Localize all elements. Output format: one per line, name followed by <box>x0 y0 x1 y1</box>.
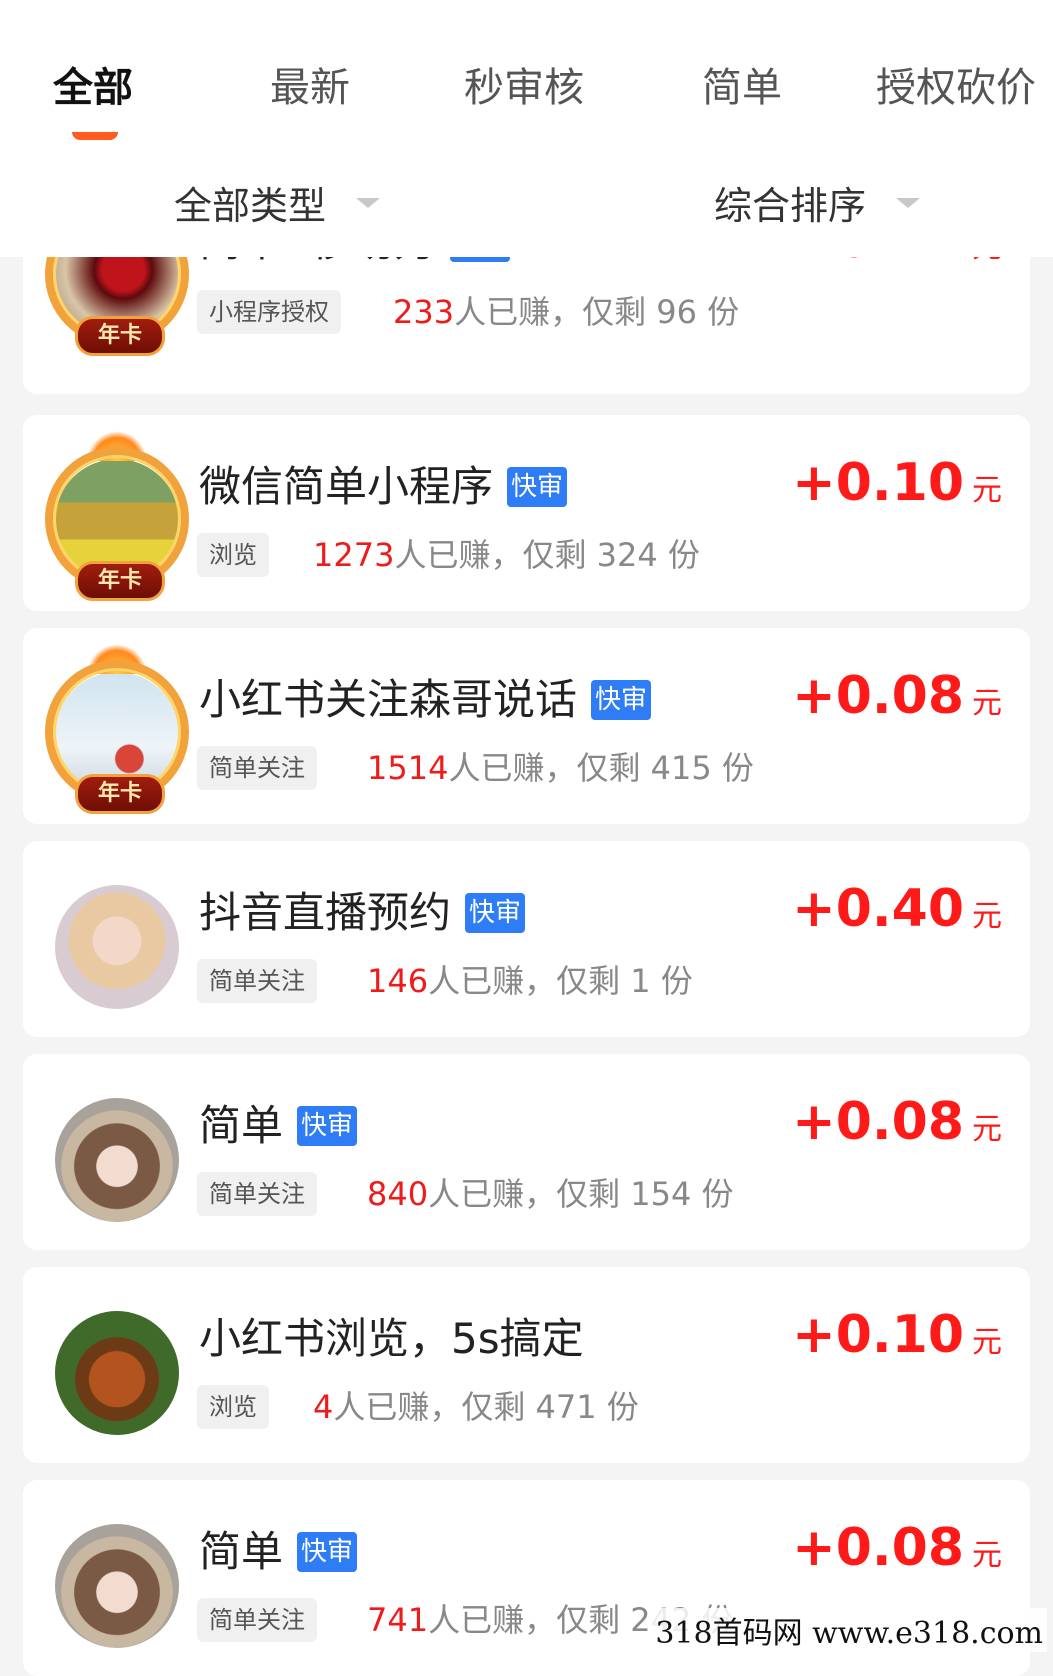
sort-dropdown[interactable]: 综合排序 <box>714 175 866 230</box>
profile-avatar-image <box>55 1098 179 1222</box>
avatar <box>45 879 181 1015</box>
task-card[interactable]: 简单 快审 +0.08 元 简单关注 840人已赚，仅剩 154 份 <box>23 1054 1030 1250</box>
avatar <box>45 1305 181 1441</box>
watermark: 318首码网 www.e318.com <box>651 1608 1047 1652</box>
fast-review-tag: 快审 <box>297 1105 358 1146</box>
category-tag: 简单关注 <box>197 1598 317 1642</box>
fast-review-tag: 快审 <box>465 892 526 933</box>
type-filter-label: 全部类型 <box>174 184 327 228</box>
sort-label: 综合排序 <box>714 184 867 228</box>
task-stats: 1514人已赚，仅剩 415 份 <box>367 749 754 787</box>
fast-review-tag: 快审 <box>507 466 568 507</box>
task-card[interactable]: 年卡 小红书关注森哥说话 快审 +0.08 元 简单关注 1514人已赚，仅剩 41… <box>23 628 1030 824</box>
type-filter-dropdown[interactable]: 全部类型 <box>174 175 326 230</box>
tab-authorization-bargain[interactable]: 授权砍价 <box>876 55 1036 113</box>
category-tag: 浏览 <box>197 533 269 577</box>
type-filter-caret-icon[interactable] <box>356 198 380 208</box>
task-title: 简单 快审 <box>199 1518 358 1579</box>
task-card[interactable]: 抖音直播预约 快审 +0.40 元 简单关注 146人已赚，仅剩 1 份 <box>23 841 1030 1037</box>
tab-instant-review[interactable]: 秒审核 <box>464 55 584 113</box>
avatar <box>45 1518 181 1654</box>
annual-card-badge: 年卡 <box>75 316 165 356</box>
task-stats: 146人已赚，仅剩 1 份 <box>367 962 693 1000</box>
profile-avatar-image <box>55 1524 179 1648</box>
category-tag: 小程序授权 <box>197 290 341 334</box>
task-reward: +0.10 元 <box>792 1305 1002 1365</box>
avatar <box>45 1092 181 1228</box>
task-title: 小红书关注森哥说话 快审 <box>199 666 652 727</box>
tab-simple[interactable]: 简单 <box>702 55 782 113</box>
task-title: 微信简单小程序 快审 <box>199 453 568 514</box>
squirrel-avatar-image <box>55 1311 179 1435</box>
tab-latest[interactable]: 最新 <box>270 55 350 113</box>
task-card[interactable]: 小红书浏览，5s搞定 +0.10 元 浏览 4人已赚，仅剩 471 份 <box>23 1267 1030 1463</box>
avatar: 年卡 <box>45 644 189 814</box>
task-stats: 840人已赚，仅剩 154 份 <box>367 1175 734 1213</box>
tab-all[interactable]: 全部 <box>53 55 133 113</box>
fast-review-tag: 快审 <box>591 679 652 720</box>
task-title: 简单 快审 <box>199 1092 358 1153</box>
annual-card-badge: 年卡 <box>75 561 165 601</box>
category-tag: 简单关注 <box>197 746 317 790</box>
task-stats: 1273人已赚，仅剩 324 份 <box>313 536 700 574</box>
avatar: 年卡 <box>45 431 189 601</box>
annual-card-badge: 年卡 <box>75 774 165 814</box>
task-stats: 4人已赚，仅剩 471 份 <box>313 1388 639 1426</box>
task-reward: +0.08 元 <box>792 1518 1002 1578</box>
task-title: 抖音直播预约 快审 <box>199 879 526 940</box>
category-tag: 简单关注 <box>197 959 317 1003</box>
active-tab-indicator <box>72 132 118 140</box>
header: 全部 最新 秒审核 简单 授权砍价 全部类型 综合排序 <box>0 0 1053 257</box>
task-reward: +0.40 元 <box>792 879 1002 939</box>
sort-caret-icon[interactable] <box>896 198 920 208</box>
task-title: 小红书浏览，5s搞定 <box>199 1314 584 1363</box>
task-stats: 233人已赚，仅剩 96 份 <box>393 293 740 331</box>
profile-avatar-image <box>55 885 179 1009</box>
category-tag: 简单关注 <box>197 1172 317 1216</box>
fast-review-tag: 快审 <box>297 1531 358 1572</box>
task-reward: +0.08 元 <box>792 1092 1002 1152</box>
task-card[interactable]: 年卡 微信简单小程序 快审 +0.10 元 浏览 1273人已赚，仅剩 324 份 <box>23 415 1030 611</box>
task-reward: +0.08 元 <box>792 666 1002 726</box>
task-reward: +0.10 元 <box>792 453 1002 513</box>
category-tag: 浏览 <box>197 1385 269 1429</box>
